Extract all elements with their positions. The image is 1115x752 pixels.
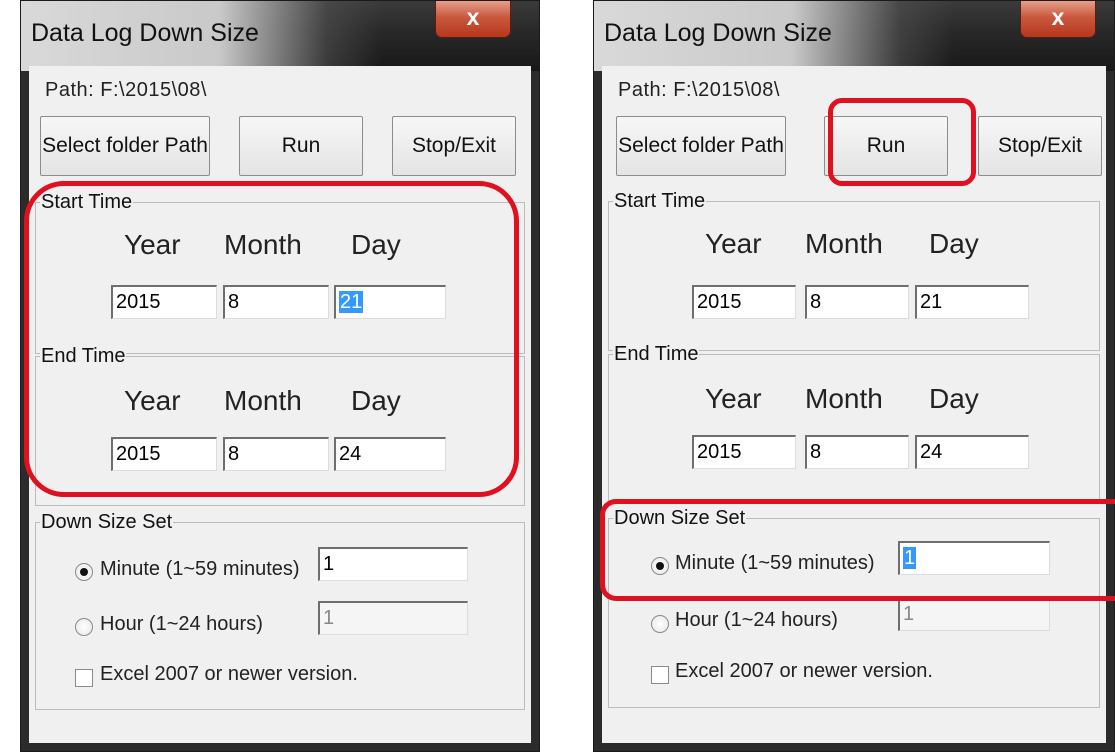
dialog-window-right: Data Log Down Size x Path: F:\2015\08\ S… — [593, 0, 1115, 752]
minute-option-label[interactable]: Minute (1~59 minutes) — [100, 558, 300, 581]
select-folder-path-button[interactable]: Select folder Path — [40, 116, 210, 176]
close-button[interactable]: x — [1020, 1, 1096, 38]
excel-option-label[interactable]: Excel 2007 or newer version. — [675, 660, 933, 683]
end-day-input[interactable]: 24 — [915, 435, 1029, 469]
hour-radio-icon[interactable] — [651, 615, 669, 633]
month-header: Month — [805, 228, 883, 259]
day-header: Day — [929, 383, 979, 414]
end-month-input[interactable]: 8 — [805, 435, 909, 469]
window-title: Data Log Down Size — [604, 19, 832, 47]
excel-checkbox-icon[interactable] — [651, 666, 669, 684]
title-bar: Data Log Down Size x — [594, 1, 1114, 71]
month-header: Month — [805, 383, 883, 414]
end-time-group: End Time Year Month Day 2015 8 24 — [608, 343, 1100, 504]
end-time-label: End Time — [613, 343, 700, 366]
day-header: Day — [929, 228, 979, 259]
title-bar: Data Log Down Size x — [21, 1, 539, 71]
end-year-input[interactable]: 2015 — [692, 435, 796, 469]
hour-option-label[interactable]: Hour (1~24 hours) — [100, 613, 263, 636]
close-icon: x — [466, 4, 480, 30]
down-size-label: Down Size Set — [40, 511, 174, 534]
excel-option-label[interactable]: Excel 2007 or newer version. — [100, 663, 358, 686]
dialog-window-left: Data Log Down Size x Path: F:\2015\08\ S… — [20, 0, 540, 752]
start-month-input[interactable]: 8 — [805, 285, 909, 319]
close-icon: x — [1051, 4, 1065, 30]
excel-checkbox-icon[interactable] — [75, 669, 93, 687]
stop-exit-button[interactable]: Stop/Exit — [978, 116, 1102, 176]
path-label: Path: F:\2015\08\ — [618, 79, 780, 101]
down-size-group: Down Size Set Minute (1~59 minutes) 1 Ho… — [35, 511, 525, 710]
hour-input[interactable]: 1 — [898, 597, 1050, 631]
year-header: Year — [705, 228, 762, 259]
close-button[interactable]: x — [435, 1, 511, 38]
hour-radio-icon[interactable] — [75, 618, 93, 636]
select-folder-path-button[interactable]: Select folder Path — [616, 116, 786, 176]
hour-option-label[interactable]: Hour (1~24 hours) — [675, 609, 838, 632]
run-button[interactable]: Run — [239, 116, 363, 176]
path-label: Path: F:\2015\08\ — [45, 79, 207, 101]
start-time-label: Start Time — [613, 190, 707, 213]
highlight-box-run — [828, 98, 976, 186]
minute-input[interactable]: 1 — [318, 547, 468, 581]
minute-radio-icon[interactable] — [75, 563, 93, 581]
start-time-group: Start Time Year Month Day 2015 8 21 — [608, 190, 1100, 351]
stop-exit-button[interactable]: Stop/Exit — [392, 116, 516, 176]
window-title: Data Log Down Size — [31, 19, 259, 47]
hour-input[interactable]: 1 — [318, 601, 468, 635]
start-year-input[interactable]: 2015 — [692, 285, 796, 319]
year-header: Year — [705, 383, 762, 414]
highlight-box-down-size — [600, 499, 1115, 601]
highlight-box-date-range — [24, 181, 519, 497]
start-day-input[interactable]: 21 — [915, 285, 1029, 319]
